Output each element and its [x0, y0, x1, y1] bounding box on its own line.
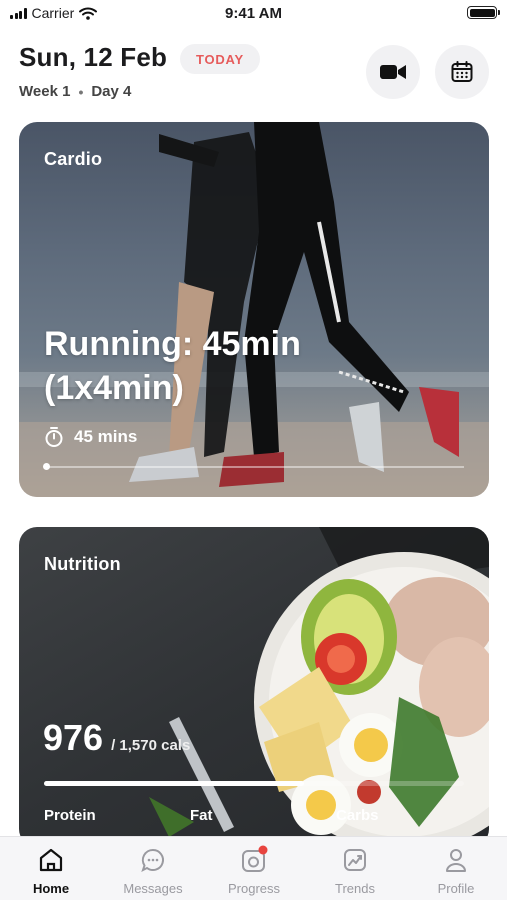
- chat-icon: [141, 848, 164, 872]
- tab-profile-label: Profile: [437, 881, 475, 896]
- duration-label: 45 mins: [74, 427, 138, 446]
- person-icon: [446, 849, 466, 872]
- cardio-card[interactable]: Cardio Running: 45min (1x4min) 45 mins: [19, 122, 489, 497]
- separator-dot: •: [78, 83, 84, 100]
- tab-profile[interactable]: Profile: [411, 845, 501, 896]
- video-camera-icon: [380, 65, 406, 79]
- camera-icon: [242, 845, 268, 872]
- home-icon: [39, 848, 63, 872]
- cardio-progress-knob: [43, 463, 50, 470]
- calories-progress-track: [44, 781, 464, 786]
- tab-home-label: Home: [32, 881, 70, 896]
- chart-icon: [344, 849, 366, 871]
- tab-home[interactable]: Home: [6, 845, 96, 896]
- tab-progress[interactable]: Progress: [209, 845, 299, 896]
- tab-trends-label: Trends: [335, 881, 375, 896]
- day-label: Day 4: [91, 83, 132, 100]
- macro-fat: Fat: [190, 807, 213, 824]
- status-bar: Carrier 9:41 AM: [0, 0, 507, 26]
- stopwatch-icon: [45, 427, 63, 447]
- video-call-button[interactable]: [366, 45, 420, 99]
- duration-row: 45 mins: [44, 426, 137, 448]
- status-time: 9:41 AM: [225, 5, 282, 22]
- tab-messages-label: Messages: [123, 881, 183, 896]
- battery-icon: [467, 6, 500, 19]
- tab-bar: Home Messages Progress Trends Profile: [0, 836, 507, 900]
- calendar-icon: [451, 61, 473, 82]
- macro-protein: Protein: [44, 807, 96, 824]
- nutrition-label: Nutrition: [44, 554, 121, 574]
- week-label: Week 1: [19, 83, 71, 100]
- cardio-label: Cardio: [44, 149, 103, 169]
- week-day-subtitle: Week 1 • Day 4: [19, 83, 131, 100]
- calories-total: / 1,570 cals: [111, 737, 191, 754]
- calories-summary: 976 / 1,570 cals: [43, 717, 190, 759]
- today-badge[interactable]: TODAY: [180, 44, 260, 74]
- nutrition-card[interactable]: Nutrition 976 / 1,570 cals Protein Fat C…: [19, 527, 489, 847]
- workout-title: Running: 45min (1x4min): [44, 325, 301, 407]
- page-title: Sun, 12 Feb: [19, 42, 168, 72]
- tab-trends[interactable]: Trends: [310, 845, 400, 896]
- cardio-progress-track: [43, 463, 464, 470]
- tab-messages[interactable]: Messages: [108, 845, 198, 896]
- calories-progress-fill: [44, 781, 305, 786]
- calendar-button[interactable]: [435, 45, 489, 99]
- macro-carbs: Carbs: [336, 807, 379, 824]
- calories-consumed: 976: [43, 717, 104, 758]
- food-plate-photo: [149, 527, 489, 847]
- tab-progress-label: Progress: [227, 881, 281, 896]
